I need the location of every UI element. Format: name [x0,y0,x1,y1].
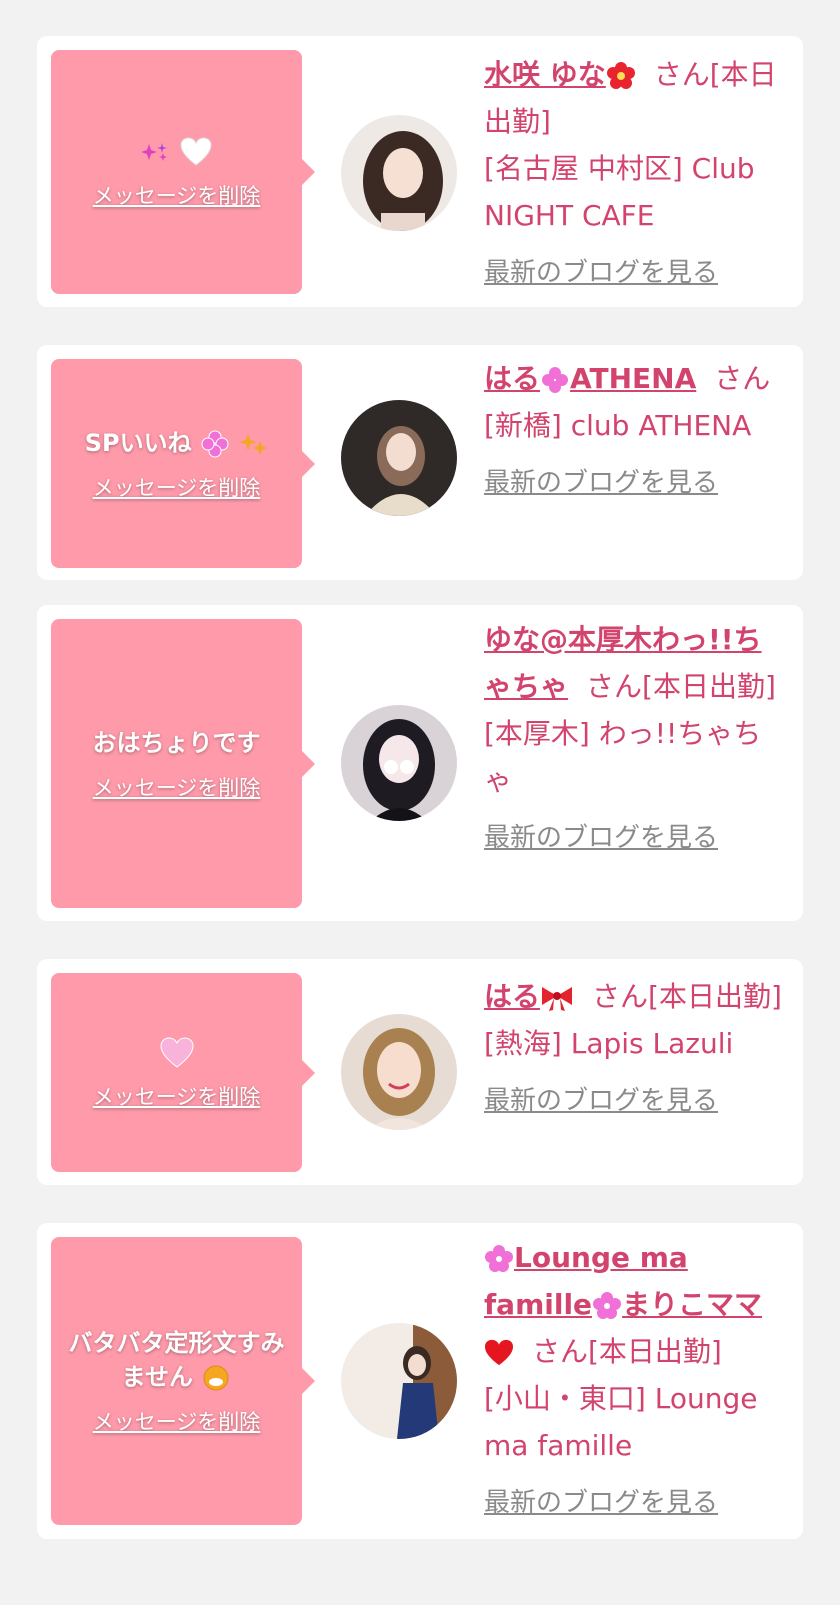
bubble-message: SPいいね [85,426,269,460]
message-bubble: おはちょりです メッセージを削除 [51,619,315,908]
latest-blog-link[interactable]: 最新のブログを見る [484,818,784,858]
message-list: メッセージを削除 水咲 ゆな さん[本日出勤] [名古屋 中村区] Club N… [0,0,840,1605]
delete-message-link[interactable]: メッセージを削除 [93,180,261,210]
latest-blog-link[interactable]: 最新のブログを見る [484,1081,784,1121]
shop-name: [新橋] club ATHENA [484,409,752,442]
cast-suffix: さん[本日出勤] [532,1335,722,1368]
cast-name-link[interactable]: 水咲 ゆな [484,58,636,91]
message-card: バタバタ定形文すみません メッセージを削除 Lounge ma famille … [37,1223,803,1539]
cast-name-link[interactable]: はる [484,980,574,1013]
bowing-face-icon [203,1365,229,1391]
cast-info: ゆな@本厚木わっ!!ちゃちゃ さん[本日出勤] [本厚木] わっ!!ちゃちゃ 最新… [484,616,784,858]
message-card: おはちょりです メッセージを削除 ゆな@本厚木わっ!!ちゃちゃ さん[本日出勤] … [37,605,803,921]
sakura-icon [593,1292,622,1319]
shop-name: [小山・東口] Lounge ma famille [484,1382,758,1462]
pink-heart-icon [159,1036,194,1068]
avatar[interactable] [341,705,457,821]
delete-message-link[interactable]: メッセージを削除 [93,772,261,802]
latest-blog-link[interactable]: 最新のブログを見る [484,463,784,503]
message-bubble: バタバタ定形文すみません メッセージを削除 [51,1237,315,1525]
sparkle-icon [239,432,268,455]
cast-suffix: さん[本日出勤] [592,980,782,1013]
sakura-icon [485,1245,513,1272]
white-heart-icon [180,137,212,166]
message-bubble: SPいいね メッセージを削除 [51,359,315,568]
cast-info: はる ATHENA さん [新橋] club ATHENA 最新のブログを見る [484,355,784,503]
avatar[interactable] [341,400,457,516]
message-card: SPいいね メッセージを削除 はる ATHENA さん [新橋] club AT… [37,345,803,580]
red-flower-icon [606,62,635,89]
delete-message-link[interactable]: メッセージを削除 [93,1081,261,1111]
delete-message-link[interactable]: メッセージを削除 [93,1406,261,1436]
bubble-message: おはちょりです [92,728,261,757]
shop-name: [本厚木] わっ!!ちゃちゃ [484,717,762,797]
sparkle-icon [141,143,168,161]
cast-info: Lounge ma famille まりこママ さん[本日出勤] [小山・東口]… [484,1234,784,1523]
avatar[interactable] [341,1014,457,1130]
message-card: メッセージを削除 水咲 ゆな さん[本日出勤] [名古屋 中村区] Club N… [37,36,803,307]
cast-name-link[interactable]: はる ATHENA [484,362,696,395]
shop-name: [熱海] Lapis Lazuli [484,1027,734,1060]
delete-message-link[interactable]: メッセージを削除 [93,472,261,502]
shop-name: [名古屋 中村区] Club NIGHT CAFE [484,152,755,232]
bubble-message [141,134,212,168]
bubble-message [159,1035,194,1069]
message-bubble: メッセージを削除 [51,973,315,1172]
avatar[interactable] [341,1323,457,1439]
red-heart-icon [485,1339,513,1366]
message-card: メッセージを削除 はる さん[本日出勤] [熱海] Lapis Lazuli 最… [37,959,803,1185]
red-ribbon-icon [542,987,573,1011]
latest-blog-link[interactable]: 最新のブログを見る [484,253,784,293]
cast-suffix: さん [714,362,771,395]
cast-info: 水咲 ゆな さん[本日出勤] [名古屋 中村区] Club NIGHT CAFE… [484,51,784,293]
cast-suffix: さん[本日出勤] [586,670,776,703]
clover-icon [542,367,569,393]
clover-icon [201,430,229,457]
avatar[interactable] [341,115,457,231]
cast-info: はる さん[本日出勤] [熱海] Lapis Lazuli 最新のブログを見る [484,973,784,1121]
bubble-message: バタバタ定形文すみません [68,1329,285,1391]
message-bubble: メッセージを削除 [51,50,315,294]
latest-blog-link[interactable]: 最新のブログを見る [484,1483,784,1523]
